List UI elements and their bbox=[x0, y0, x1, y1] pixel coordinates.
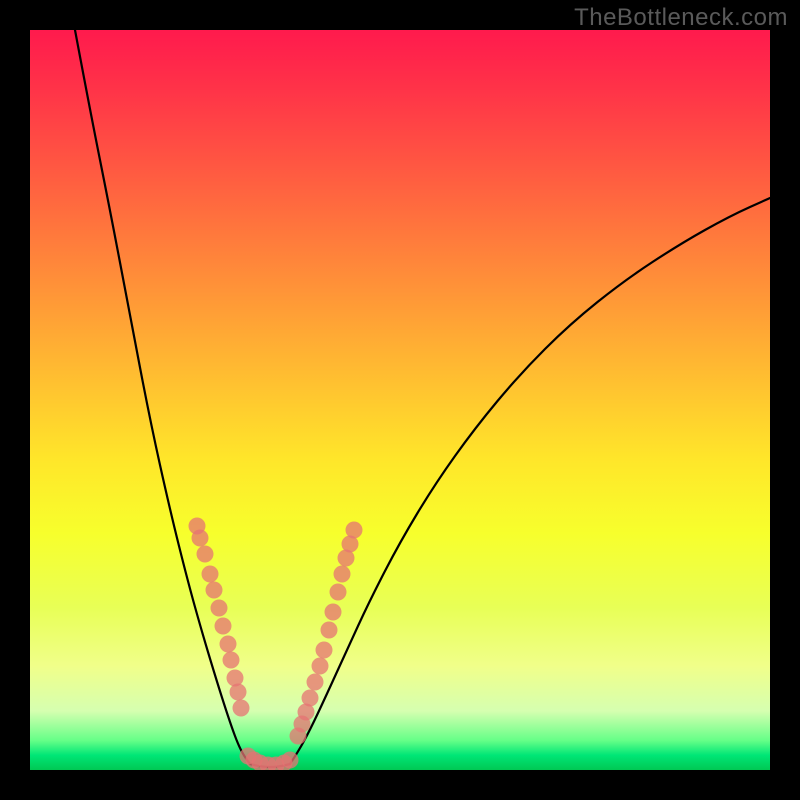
chart-svg bbox=[30, 30, 770, 770]
data-point bbox=[325, 604, 342, 621]
data-point bbox=[307, 674, 324, 691]
data-point bbox=[316, 642, 333, 659]
data-point bbox=[220, 636, 237, 653]
curve-left bbox=[75, 30, 250, 764]
data-point bbox=[215, 618, 232, 635]
curve-group bbox=[75, 30, 770, 767]
watermark-text: TheBottleneck.com bbox=[574, 4, 788, 32]
data-point bbox=[330, 584, 347, 601]
data-point bbox=[206, 582, 223, 599]
data-point bbox=[321, 622, 338, 639]
data-point bbox=[230, 684, 247, 701]
data-point bbox=[302, 690, 319, 707]
data-point bbox=[192, 530, 209, 547]
plot-area bbox=[30, 30, 770, 770]
data-point bbox=[197, 546, 214, 563]
data-point bbox=[282, 752, 299, 769]
data-point bbox=[346, 522, 363, 539]
data-point bbox=[211, 600, 228, 617]
data-point bbox=[202, 566, 219, 583]
data-point bbox=[312, 658, 329, 675]
data-point bbox=[233, 700, 250, 717]
data-point bbox=[227, 670, 244, 687]
data-point bbox=[334, 566, 351, 583]
dots-layer bbox=[189, 518, 363, 771]
curve-right bbox=[290, 198, 770, 764]
data-point bbox=[223, 652, 240, 669]
frame: TheBottleneck.com bbox=[0, 0, 800, 800]
